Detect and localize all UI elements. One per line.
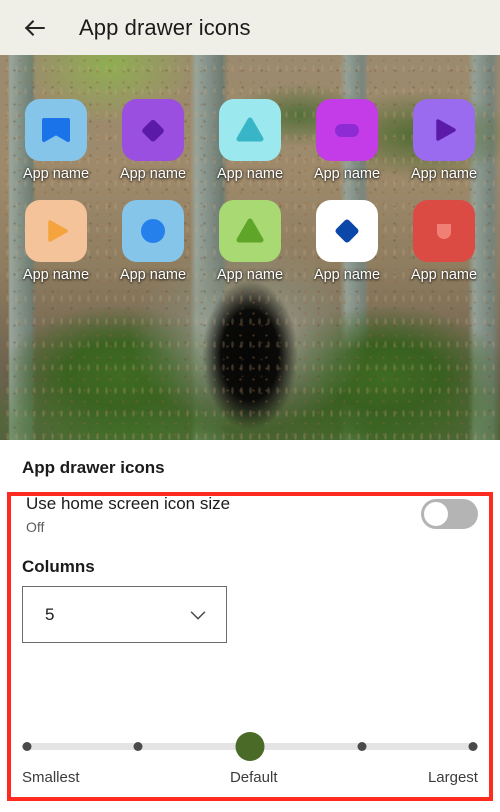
app-cell[interactable]: App name	[206, 99, 294, 182]
app-cell[interactable]: App name	[109, 99, 197, 182]
app-label: App name	[119, 166, 187, 182]
app-cell[interactable]: App name	[12, 99, 100, 182]
icon-size-slider[interactable]: Smallest Default Largest	[22, 731, 478, 786]
use-home-icon-size-toggle[interactable]	[421, 499, 478, 529]
icon-row-1: App name App name App name App name App …	[0, 99, 500, 182]
slider-tick[interactable]	[133, 742, 143, 751]
app-label: App name	[216, 267, 284, 283]
page-title: App drawer icons	[79, 14, 251, 40]
icon-preview-area: App name App name App name App name App …	[0, 55, 500, 440]
app-tile	[219, 200, 281, 262]
arrow-left-icon	[24, 19, 45, 36]
slider-legend-largest: Largest	[427, 769, 478, 786]
app-label: App name	[410, 166, 478, 182]
app-tile	[413, 99, 475, 161]
back-button[interactable]	[18, 11, 52, 45]
app-tile	[316, 200, 378, 262]
circle-shape-icon	[141, 219, 165, 243]
app-tile	[122, 99, 184, 161]
app-cell[interactable]: App name	[400, 200, 488, 283]
app-cell[interactable]: App name	[303, 99, 391, 182]
slider-tick[interactable]	[468, 742, 478, 751]
settings-sheet: App drawer icons Use home screen icon si…	[0, 440, 500, 812]
app-label: App name	[313, 267, 381, 283]
app-label: App name	[22, 166, 90, 182]
app-cell[interactable]: App name	[303, 200, 391, 283]
app-tile	[122, 200, 184, 262]
app-tile	[219, 99, 281, 161]
dome-shape-icon	[437, 224, 451, 239]
slider-tick[interactable]	[22, 742, 32, 751]
app-tile	[25, 200, 87, 262]
section-title: App drawer icons	[22, 458, 165, 477]
slider-thumb[interactable]	[235, 732, 265, 761]
toggle-knob	[424, 502, 448, 526]
app-cell[interactable]: App name	[400, 99, 488, 182]
play-shape-icon	[48, 220, 68, 242]
app-label: App name	[313, 166, 381, 182]
app-tile	[316, 99, 378, 161]
app-label: App name	[410, 267, 478, 283]
app-cell[interactable]: App name	[109, 200, 197, 283]
icon-row-2: App name App name App name App name App …	[0, 200, 500, 283]
app-cell[interactable]: App name	[206, 200, 294, 283]
slider-legend-smallest: Smallest	[22, 769, 80, 786]
app-icon-grid: App name App name App name App name App …	[0, 55, 500, 440]
triangle-shape-icon	[236, 218, 264, 243]
diamond-shape-icon	[142, 119, 164, 142]
app-label: App name	[216, 166, 284, 182]
triangle-shape-icon	[236, 117, 264, 142]
app-tile	[413, 200, 475, 262]
banner-shape-icon	[42, 118, 70, 142]
app-tile	[25, 99, 87, 161]
slider-tick[interactable]	[357, 742, 367, 751]
slider-track-area[interactable]	[22, 731, 478, 761]
play-shape-icon	[436, 119, 456, 141]
app-cell[interactable]: App name	[12, 200, 100, 283]
app-label: App name	[119, 267, 187, 283]
slider-legend-default: Default	[229, 769, 278, 786]
app-label: App name	[22, 267, 90, 283]
slider-legend: Smallest Default Largest	[22, 769, 478, 786]
app-bar: App drawer icons	[0, 0, 500, 55]
pill-shape-icon	[335, 124, 359, 137]
diamond-shape-icon	[335, 219, 359, 243]
